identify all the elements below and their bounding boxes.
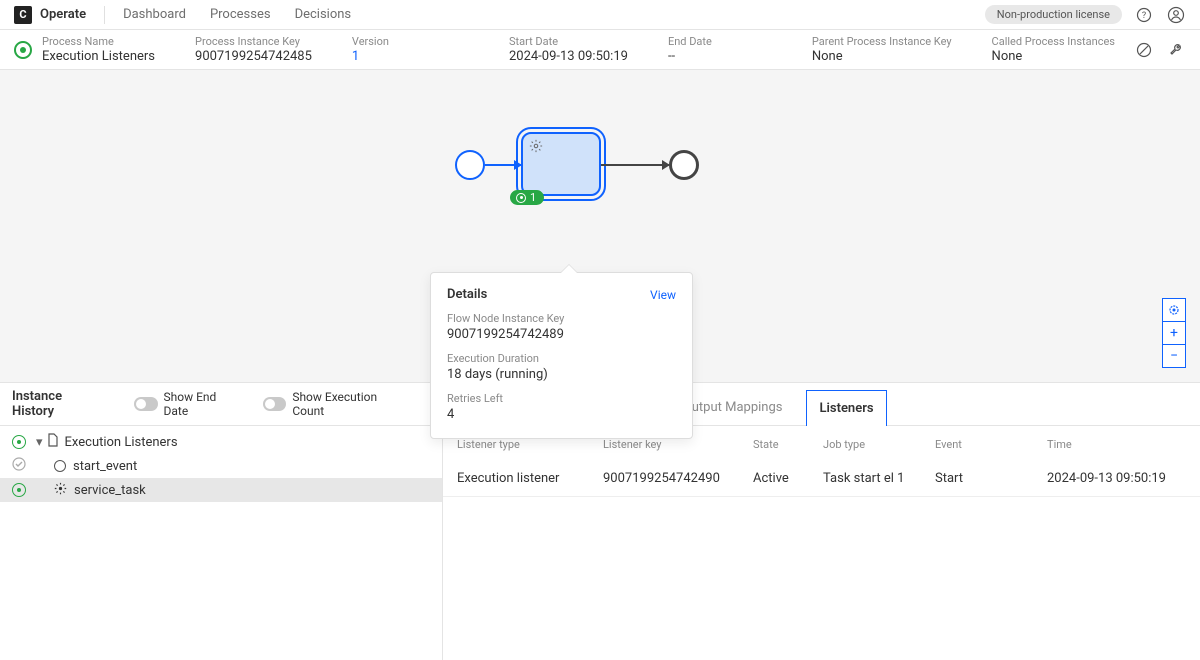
zoom-out-button[interactable]: − — [1162, 344, 1186, 368]
header-actions — [1134, 40, 1186, 60]
lbl: End Date — [668, 35, 712, 48]
details-popover: Details View Flow Node Instance Key 9007… — [430, 272, 693, 439]
pop-lbl: Retries Left — [447, 392, 676, 405]
app-logo: C — [14, 6, 32, 24]
tree-label: start_event — [73, 459, 137, 474]
bpmn-service-task[interactable] — [521, 132, 601, 196]
license-badge[interactable]: Non-production license — [985, 5, 1122, 24]
bpmn-diagram[interactable]: 1 — [455, 120, 715, 200]
bpmn-end-event[interactable] — [669, 150, 699, 180]
lbl: Called Process Instances — [992, 35, 1115, 48]
lbl: Process Instance Key — [195, 35, 312, 48]
th: Listener key — [603, 438, 753, 451]
popover-view-link[interactable]: View — [650, 288, 676, 302]
th: Listener type — [457, 438, 603, 451]
td: 9007199254742490 — [603, 471, 753, 486]
popover-title: Details — [447, 287, 487, 302]
val: None — [812, 49, 952, 64]
val: None — [992, 49, 1115, 64]
th: Event — [935, 438, 1047, 451]
tree-row-start-event[interactable]: start_event — [0, 454, 442, 478]
diagram-controls: + − — [1162, 299, 1186, 368]
hcol-instance-key: Process Instance Key 9007199254742485 — [195, 35, 312, 64]
bpmn-start-event[interactable] — [455, 150, 485, 180]
sequence-flow-icon — [601, 164, 669, 166]
file-icon — [47, 433, 59, 451]
pop-lbl: Execution Duration — [447, 352, 676, 365]
zoom-in-button[interactable]: + — [1162, 321, 1186, 345]
toggle-lbl: Show End Date — [164, 390, 243, 418]
tree-row-service-task[interactable]: service_task — [0, 478, 442, 502]
svg-text:?: ? — [1142, 11, 1146, 21]
th: Time — [1047, 438, 1186, 451]
help-icon[interactable]: ? — [1134, 5, 1154, 25]
pop-val: 18 days (running) — [447, 367, 676, 382]
status-active-icon — [14, 41, 32, 59]
td: Execution listener — [457, 471, 603, 486]
check-icon — [12, 457, 26, 475]
lbl: Version — [352, 35, 389, 48]
tree-row-root[interactable]: ▾ Execution Listeners — [0, 430, 442, 454]
active-status-icon — [12, 435, 26, 449]
version-link[interactable]: 1 — [352, 49, 389, 64]
tree-label: Execution Listeners — [65, 435, 178, 450]
val: 9007199254742485 — [195, 49, 312, 64]
pop-val: 9007199254742489 — [447, 327, 676, 342]
hcol-parent: Parent Process Instance Key None — [812, 35, 952, 64]
app-name: Operate — [40, 7, 86, 22]
history-title: Instance History — [12, 389, 106, 419]
toggle-lbl: Show Execution Count — [292, 390, 410, 418]
toggle-show-exec-count[interactable] — [263, 397, 287, 411]
td: Task start el 1 — [823, 471, 935, 486]
hcol-start: Start Date 2024-09-13 09:50:19 — [509, 35, 628, 64]
diagram-area: 1 Details View Flow Node Instance Key 90… — [0, 70, 1200, 382]
lbl: Start Date — [509, 35, 628, 48]
td: Active — [753, 471, 823, 486]
instance-history-panel: Instance History Show End Date Show Exec… — [0, 383, 443, 660]
wrench-icon[interactable] — [1166, 40, 1186, 60]
hcol-process-name: Process Name Execution Listeners — [42, 35, 155, 64]
toggle-show-end-date[interactable] — [134, 397, 158, 411]
nav-links: Dashboard Processes Decisions — [123, 7, 351, 22]
lbl: Process Name — [42, 35, 155, 48]
history-header: Instance History Show End Date Show Exec… — [0, 383, 442, 426]
history-tree: ▾ Execution Listeners start_event — [0, 426, 442, 502]
hcol-called: Called Process Instances None — [992, 35, 1115, 64]
caret-down-icon[interactable]: ▾ — [36, 435, 43, 450]
pop-val: 4 — [447, 407, 676, 422]
lbl: Parent Process Instance Key — [812, 35, 952, 48]
active-instance-badge[interactable]: 1 — [510, 190, 544, 205]
tree-label: service_task — [74, 483, 146, 498]
nav-dashboard[interactable]: Dashboard — [123, 7, 186, 22]
active-dot-icon — [516, 193, 526, 203]
top-nav: C Operate Dashboard Processes Decisions … — [0, 0, 1200, 30]
gear-icon — [54, 482, 67, 499]
cancel-icon[interactable] — [1134, 40, 1154, 60]
val: 2024-09-13 09:50:19 — [509, 49, 628, 64]
listeners-table: Listener type Listener key State Job typ… — [443, 426, 1200, 660]
th: Job type — [823, 438, 935, 451]
nav-processes[interactable]: Processes — [210, 7, 271, 22]
nav-decisions[interactable]: Decisions — [295, 7, 352, 22]
gear-icon — [529, 139, 543, 157]
val: -- — [668, 49, 712, 64]
hcol-end: End Date -- — [668, 35, 712, 64]
table-row[interactable]: Execution listener 9007199254742490 Acti… — [443, 461, 1200, 497]
reset-view-button[interactable] — [1162, 298, 1186, 322]
val: Execution Listeners — [42, 49, 155, 64]
badge-count-value: 1 — [530, 191, 536, 204]
user-icon[interactable] — [1166, 5, 1186, 25]
th: State — [753, 438, 823, 451]
hcol-version: Version 1 — [352, 35, 389, 64]
pop-lbl: Flow Node Instance Key — [447, 312, 676, 325]
start-event-icon — [54, 460, 66, 472]
td: 2024-09-13 09:50:19 — [1047, 471, 1186, 486]
td: Start — [935, 471, 1047, 486]
active-status-icon — [12, 483, 26, 497]
tab-listeners[interactable]: Listeners — [806, 390, 886, 426]
nav-divider — [104, 6, 105, 24]
topnav-right: Non-production license ? — [985, 5, 1186, 25]
instance-header: Process Name Execution Listeners Process… — [0, 30, 1200, 70]
sequence-flow-icon — [485, 164, 521, 166]
